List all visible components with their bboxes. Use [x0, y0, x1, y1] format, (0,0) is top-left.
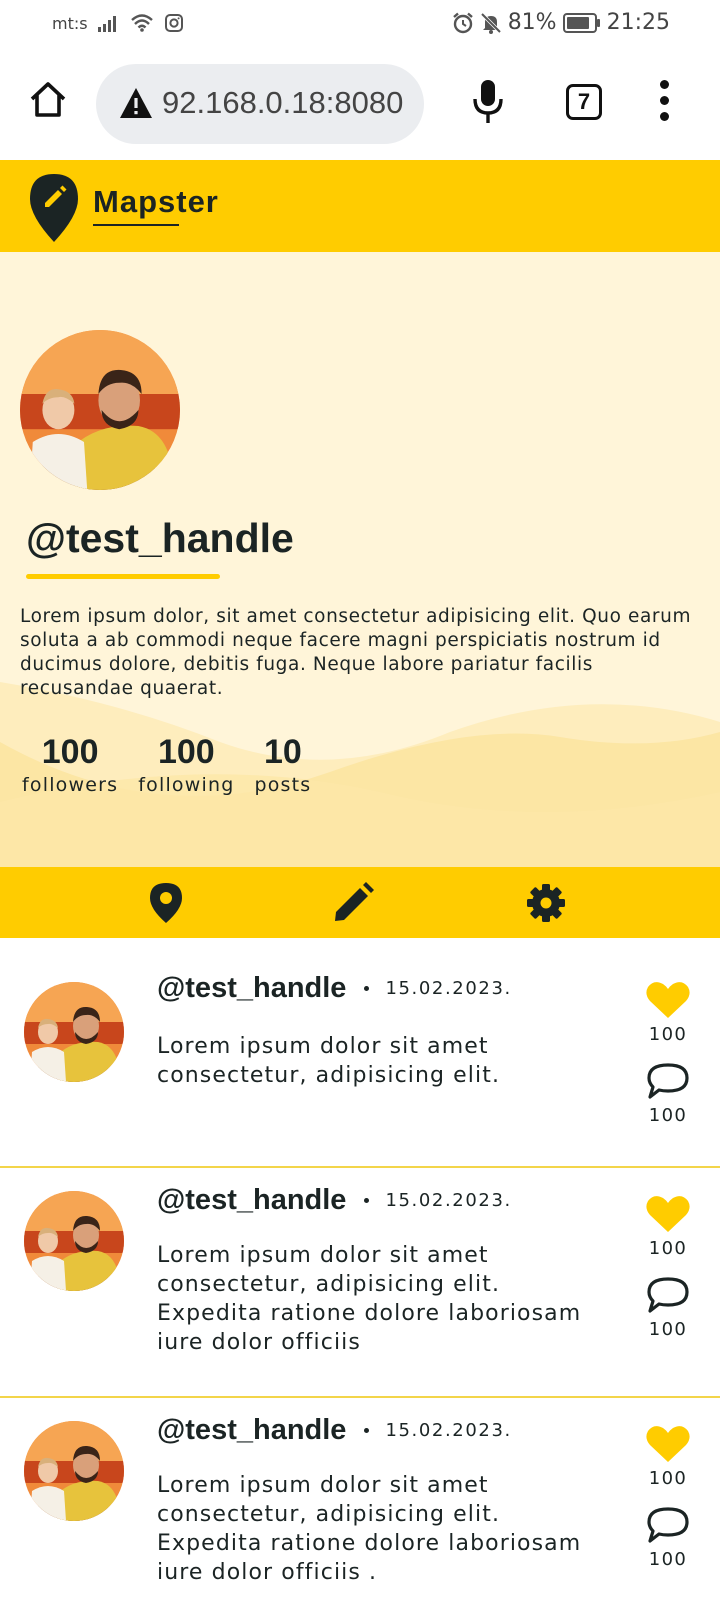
- profile-section: @test_handle Lorem ipsum dolor, sit amet…: [0, 252, 720, 867]
- profile-bio: Lorem ipsum dolor, sit amet consectetur …: [20, 606, 692, 699]
- wifi-icon: [130, 14, 154, 32]
- post-date: 15.02.2023.: [385, 1420, 512, 1441]
- url-text: 92.168.0.18:8080: [162, 85, 404, 120]
- separator-dot: [364, 986, 370, 991]
- map-pin-icon: [150, 883, 182, 923]
- post-text: Lorem ipsum dolor sit amet consectetur, …: [157, 1243, 582, 1355]
- profile-nav: [0, 867, 720, 938]
- post-actions: 100 100: [640, 1194, 696, 1356]
- post-item: @test_handle 15.02.2023. Lorem ipsum dol…: [0, 938, 720, 1168]
- nav-settings-button[interactable]: [524, 881, 568, 925]
- like-count: 100: [648, 1238, 688, 1259]
- stat-value: 100: [157, 733, 215, 771]
- like-count: 100: [648, 1468, 688, 1489]
- post-avatar[interactable]: [24, 982, 124, 1082]
- app-title[interactable]: Mapster: [93, 184, 219, 220]
- comment-count: 100: [648, 1319, 688, 1340]
- url-bar[interactable]: 92.168.0.18:8080: [96, 64, 424, 144]
- profile-handle: @test_handle: [26, 515, 294, 561]
- post-actions: 100 100: [640, 1424, 696, 1586]
- nav-edit-button[interactable]: [331, 881, 375, 925]
- like-count: 100: [648, 1024, 688, 1045]
- browser-menu-button[interactable]: [654, 80, 674, 124]
- post-handle[interactable]: @test_handle: [157, 1414, 346, 1447]
- post-handle[interactable]: @test_handle: [157, 1184, 346, 1217]
- post-avatar[interactable]: [24, 1191, 124, 1291]
- profile-avatar[interactable]: [20, 330, 180, 490]
- post-text: Lorem ipsum dolor sit amet consectetur, …: [157, 1034, 501, 1088]
- handle-underline: [26, 574, 220, 579]
- pencil-icon: [335, 882, 374, 921]
- stat-label: posts: [254, 774, 312, 796]
- browser-toolbar: 92.168.0.18:8080 7: [0, 50, 720, 160]
- post-date: 15.02.2023.: [385, 1190, 512, 1211]
- comment-count: 100: [648, 1105, 688, 1126]
- heart-icon[interactable]: [645, 1424, 691, 1464]
- voice-search-button[interactable]: [472, 78, 504, 124]
- home-button[interactable]: [28, 80, 68, 120]
- profile-stats: 100 followers 100 following 10 posts: [22, 732, 311, 796]
- post-item: @test_handle 15.02.2023. Lorem ipsum dol…: [0, 1398, 720, 1598]
- comment-count: 100: [648, 1549, 688, 1570]
- post-item: @test_handle 15.02.2023. Lorem ipsum dol…: [0, 1168, 720, 1398]
- gear-icon: [527, 884, 565, 922]
- stat-following[interactable]: 100 following: [138, 732, 234, 796]
- battery-percent: 81%: [507, 10, 557, 35]
- stat-label: followers: [22, 774, 119, 796]
- home-icon: [30, 82, 66, 117]
- separator-dot: [364, 1198, 370, 1203]
- tab-switcher-button[interactable]: 7: [566, 84, 602, 120]
- carrier-label: mt:s: [52, 13, 88, 33]
- logo-pin-pencil-icon[interactable]: [28, 172, 80, 244]
- mute-icon: [480, 12, 502, 34]
- post-text: Lorem ipsum dolor sit amet consectetur, …: [157, 1473, 582, 1585]
- nav-map-button[interactable]: [144, 881, 188, 925]
- alarm-icon: [452, 12, 474, 34]
- instagram-icon: [164, 13, 184, 33]
- stat-label: following: [138, 774, 235, 796]
- app-header: Mapster: [0, 160, 720, 252]
- microphone-icon: [473, 80, 503, 123]
- stat-value: 100: [41, 733, 99, 771]
- stat-followers[interactable]: 100 followers: [22, 732, 118, 796]
- post-actions: 100 100: [640, 980, 696, 1142]
- comment-icon[interactable]: [645, 1505, 691, 1545]
- stat-value: 10: [264, 733, 302, 771]
- clock: 21:25: [606, 10, 670, 35]
- status-bar: mt:s 81% 21:25: [0, 0, 720, 50]
- more-vertical-icon: [654, 80, 674, 121]
- comment-icon[interactable]: [645, 1061, 691, 1101]
- post-date: 15.02.2023.: [385, 978, 512, 999]
- comment-icon[interactable]: [645, 1275, 691, 1315]
- separator-dot: [364, 1428, 370, 1433]
- post-list: @test_handle 15.02.2023. Lorem ipsum dol…: [0, 938, 720, 1598]
- heart-icon[interactable]: [645, 980, 691, 1020]
- heart-icon[interactable]: [645, 1194, 691, 1234]
- warning-icon: [120, 88, 152, 118]
- battery-icon: [562, 12, 601, 33]
- post-handle[interactable]: @test_handle: [157, 972, 346, 1005]
- signal-icon: [97, 14, 120, 32]
- app-title-underline: [93, 224, 179, 226]
- stat-posts[interactable]: 10 posts: [254, 732, 311, 796]
- post-avatar[interactable]: [24, 1421, 124, 1521]
